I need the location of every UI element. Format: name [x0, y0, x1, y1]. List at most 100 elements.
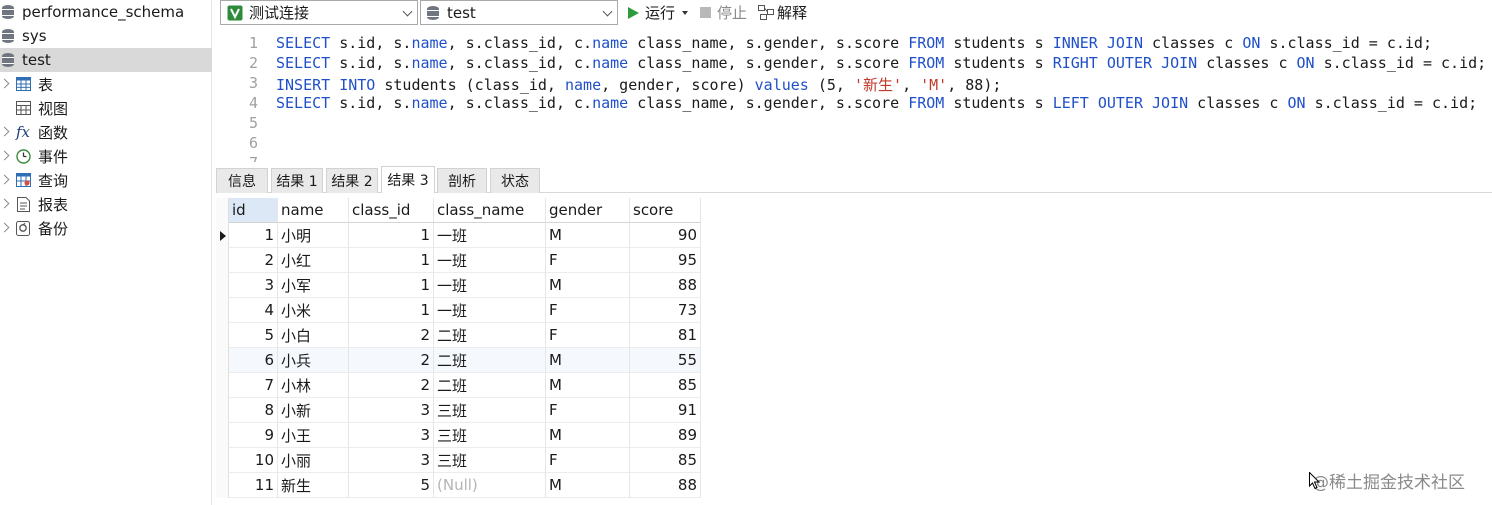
cell-gender[interactable]: F	[546, 448, 630, 473]
cell-gender[interactable]: M	[546, 273, 630, 298]
cell-score[interactable]: 55	[630, 348, 701, 373]
cell-score[interactable]: 91	[630, 398, 701, 423]
cell-name[interactable]: 小王	[278, 423, 349, 448]
chevron-right-icon[interactable]	[1, 175, 11, 185]
cell-class-id[interactable]: 5	[349, 473, 434, 498]
cell-class-name[interactable]: 一班	[434, 298, 546, 323]
column-header-score[interactable]: score	[630, 198, 701, 223]
tab-profile[interactable]: 剖析	[437, 168, 487, 193]
tree-item-queries[interactable]: 查询	[0, 168, 212, 192]
row-gutter[interactable]	[216, 348, 229, 373]
cell-id[interactable]: 4	[229, 298, 278, 323]
cell-class-id[interactable]: 1	[349, 298, 434, 323]
cell-gender[interactable]: F	[546, 398, 630, 423]
chevron-right-icon[interactable]	[1, 79, 11, 89]
cell-id[interactable]: 11	[229, 473, 278, 498]
cell-gender[interactable]: M	[546, 473, 630, 498]
tree-item-tables[interactable]: 表	[0, 72, 212, 96]
column-header-class-name[interactable]: class_name	[434, 198, 546, 223]
cell-id[interactable]: 10	[229, 448, 278, 473]
tab-result-3[interactable]: 结果 3	[381, 166, 435, 193]
cell-name[interactable]: 小白	[278, 323, 349, 348]
cell-id[interactable]: 1	[229, 223, 278, 248]
tab-result-2[interactable]: 结果 2	[326, 168, 378, 193]
cell-class-name[interactable]: 二班	[434, 348, 546, 373]
cell-class-name[interactable]: (Null)	[434, 473, 546, 498]
cell-gender[interactable]: M	[546, 348, 630, 373]
cell-score[interactable]: 81	[630, 323, 701, 348]
cell-class-name[interactable]: 三班	[434, 448, 546, 473]
row-gutter[interactable]	[216, 323, 229, 348]
cell-gender[interactable]: M	[546, 373, 630, 398]
cell-name[interactable]: 小林	[278, 373, 349, 398]
tree-item-functions[interactable]: fx 函数	[0, 120, 212, 144]
chevron-right-icon[interactable]	[1, 151, 11, 161]
cell-gender[interactable]: M	[546, 223, 630, 248]
column-header-class-id[interactable]: class_id	[349, 198, 434, 223]
cell-name[interactable]: 新生	[278, 473, 349, 498]
chevron-right-icon[interactable]	[1, 199, 11, 209]
tree-item-reports[interactable]: 报表	[0, 192, 212, 216]
cell-name[interactable]: 小红	[278, 248, 349, 273]
cell-class-id[interactable]: 3	[349, 423, 434, 448]
row-gutter[interactable]	[216, 298, 229, 323]
row-gutter[interactable]	[216, 473, 229, 498]
run-button[interactable]: 运行	[628, 2, 689, 23]
cell-name[interactable]: 小军	[278, 273, 349, 298]
cell-gender[interactable]: F	[546, 323, 630, 348]
cell-name[interactable]: 小丽	[278, 448, 349, 473]
cell-score[interactable]: 88	[630, 473, 701, 498]
cell-class-id[interactable]: 2	[349, 373, 434, 398]
column-header-id[interactable]: id	[229, 198, 278, 223]
cell-id[interactable]: 8	[229, 398, 278, 423]
cell-class-name[interactable]: 二班	[434, 323, 546, 348]
tree-item-events[interactable]: 事件	[0, 144, 212, 168]
cell-id[interactable]: 2	[229, 248, 278, 273]
stop-button[interactable]: 停止	[700, 2, 747, 23]
cell-name[interactable]: 小米	[278, 298, 349, 323]
cell-name[interactable]: 小新	[278, 398, 349, 423]
run-dropdown-icon[interactable]	[682, 10, 689, 15]
row-gutter[interactable]	[216, 373, 229, 398]
row-gutter[interactable]	[216, 423, 229, 448]
cell-class-name[interactable]: 三班	[434, 423, 546, 448]
cell-score[interactable]: 85	[630, 373, 701, 398]
cell-id[interactable]: 7	[229, 373, 278, 398]
cell-class-name[interactable]: 一班	[434, 273, 546, 298]
database-item-test[interactable]: test	[0, 48, 212, 72]
tree-item-backups[interactable]: 备份	[0, 216, 212, 240]
cell-class-id[interactable]: 2	[349, 323, 434, 348]
cell-class-name[interactable]: 三班	[434, 398, 546, 423]
cell-class-name[interactable]: 一班	[434, 248, 546, 273]
row-gutter[interactable]	[216, 223, 229, 248]
cell-score[interactable]: 88	[630, 273, 701, 298]
tree-item-views[interactable]: 视图	[0, 96, 212, 120]
explain-button[interactable]: 解释	[758, 2, 807, 23]
database-item-performance-schema[interactable]: performance_schema	[0, 0, 212, 24]
tab-result-1[interactable]: 结果 1	[271, 168, 323, 193]
column-header-gender[interactable]: gender	[546, 198, 630, 223]
row-gutter[interactable]	[216, 248, 229, 273]
chevron-right-icon[interactable]	[1, 127, 11, 137]
cell-name[interactable]: 小明	[278, 223, 349, 248]
row-gutter[interactable]	[216, 398, 229, 423]
cell-class-id[interactable]: 1	[349, 273, 434, 298]
cell-name[interactable]: 小兵	[278, 348, 349, 373]
tab-info[interactable]: 信息	[216, 168, 268, 193]
cell-class-id[interactable]: 1	[349, 223, 434, 248]
cell-score[interactable]: 90	[630, 223, 701, 248]
cell-class-id[interactable]: 1	[349, 248, 434, 273]
row-gutter[interactable]	[216, 448, 229, 473]
cell-id[interactable]: 9	[229, 423, 278, 448]
row-gutter[interactable]	[216, 273, 229, 298]
cell-id[interactable]: 5	[229, 323, 278, 348]
chevron-right-icon[interactable]	[1, 223, 11, 233]
cell-id[interactable]: 3	[229, 273, 278, 298]
cell-class-id[interactable]: 3	[349, 398, 434, 423]
tab-status[interactable]: 状态	[490, 168, 540, 193]
cell-class-id[interactable]: 3	[349, 448, 434, 473]
cell-gender[interactable]: M	[546, 423, 630, 448]
database-select[interactable]: test	[420, 0, 618, 25]
cell-id[interactable]: 6	[229, 348, 278, 373]
cell-class-id[interactable]: 2	[349, 348, 434, 373]
